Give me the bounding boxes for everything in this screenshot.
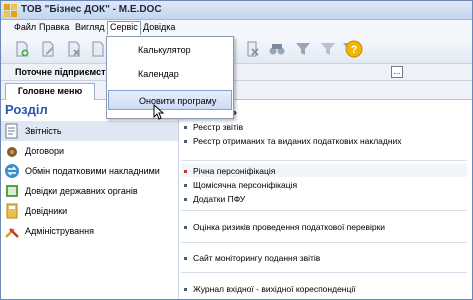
- separator: [181, 242, 467, 243]
- bullet-icon: [184, 257, 187, 260]
- menu-help[interactable]: Довідка: [143, 22, 175, 32]
- sidebar-item-label: Звітність: [25, 126, 62, 136]
- tab-bar: Головне меню: [1, 81, 472, 100]
- bullet-icon: [184, 184, 187, 187]
- menu-item-label: Калькулятор: [138, 45, 191, 55]
- menu-file[interactable]: Файл: [14, 22, 36, 32]
- reports-icon: [5, 123, 18, 139]
- bullet-icon: [184, 140, 187, 143]
- help-icon[interactable]: ?: [345, 40, 363, 58]
- exchange-icon: [5, 164, 19, 178]
- sidebar-item-admin[interactable]: Адміністрування: [1, 221, 178, 241]
- link-pfu-appendices[interactable]: Додатки ПФУ: [193, 194, 245, 204]
- link-correspondence-journal[interactable]: Журнал вхідної - вихідної кореспонденції: [193, 284, 356, 294]
- bullet-icon: [184, 170, 187, 173]
- sidebar-item-label: Довідники: [25, 206, 68, 216]
- bullet-icon: [184, 288, 187, 291]
- separator: [181, 210, 467, 211]
- edit-document-icon[interactable]: [39, 40, 57, 58]
- binoculars-icon[interactable]: [268, 40, 286, 58]
- svg-text:?: ?: [351, 44, 358, 56]
- copy-document-icon[interactable]: [89, 40, 107, 58]
- link-tax-invoices-register[interactable]: Реєстр отриманих та виданих податкових н…: [193, 136, 402, 146]
- sidebar-header: Розділ: [5, 102, 48, 117]
- admin-tools-icon: [5, 228, 19, 238]
- sidebar-item-directories[interactable]: Довідники: [1, 201, 178, 221]
- title-bar: ТОВ "Бізнес ДОК" - M.E.DOC: [1, 1, 472, 20]
- sidebar-item-label: Довідки державних органів: [25, 186, 138, 196]
- separator: [181, 272, 467, 273]
- bullet-icon: [184, 226, 187, 229]
- sidebar-item-label: Адміністрування: [25, 226, 94, 236]
- enterprise-label: Поточне підприємств: [15, 67, 112, 77]
- service-menu-dropdown: Калькулятор Календар Оновити програму: [106, 36, 234, 119]
- enterprise-row: Поточне підприємств ...: [1, 64, 472, 81]
- main-panel: ь Реєстр звітів Реєстр отриманих та вида…: [179, 100, 472, 299]
- sidebar-item-label: Договори: [25, 146, 65, 156]
- bullet-icon: [184, 198, 187, 201]
- gov-certificates-icon: [6, 185, 18, 197]
- separator: [181, 160, 467, 161]
- link-risk-assessment[interactable]: Оцінка ризиків проведення податкової пер…: [193, 222, 385, 232]
- link-reports-register[interactable]: Реєстр звітів: [193, 122, 243, 132]
- menu-service[interactable]: Сервіс: [107, 21, 141, 36]
- menu-item-calendar[interactable]: Календар: [108, 64, 232, 84]
- sidebar: Розділ Звітність Договори Обмін податков…: [1, 100, 179, 299]
- delete-document-icon[interactable]: [65, 40, 83, 58]
- menu-bar: Файл Правка Вигляд Сервіс Довідка: [1, 20, 472, 36]
- contracts-icon: [7, 147, 17, 157]
- sidebar-item-gov-certificates[interactable]: Довідки державних органів: [1, 181, 178, 201]
- filter-clear-icon[interactable]: [319, 40, 337, 58]
- sidebar-item-exchange[interactable]: Обмін податковими накладними: [1, 161, 178, 181]
- menu-item-label: Календар: [138, 69, 179, 79]
- sidebar-item-contracts[interactable]: Договори: [1, 141, 178, 161]
- link-monitoring-site[interactable]: Сайт моніторингу подання звітів: [193, 253, 320, 263]
- menu-item-update-program[interactable]: Оновити програму: [108, 90, 232, 110]
- window-title: ТОВ "Бізнес ДОК" - M.E.DOC: [21, 4, 162, 15]
- app-window: ТОВ "Бізнес ДОК" - M.E.DOC Файл Правка В…: [0, 0, 473, 300]
- mouse-cursor-icon: [153, 104, 165, 120]
- app-logo-icon: [4, 4, 17, 17]
- directories-icon: [6, 203, 18, 219]
- menu-view[interactable]: Вигляд: [75, 22, 105, 32]
- toolbar: ?: [1, 35, 472, 64]
- tab-main-menu[interactable]: Головне меню: [5, 83, 95, 100]
- sidebar-item-reports[interactable]: Звітність: [1, 121, 178, 141]
- bullet-icon: [184, 126, 187, 129]
- enterprise-browse-button[interactable]: ...: [391, 66, 403, 78]
- sidebar-item-label: Обмін податковими накладними: [25, 166, 160, 176]
- link-annual-personification[interactable]: Річна персоніфікація: [193, 166, 275, 176]
- menu-edit[interactable]: Правка: [39, 22, 69, 32]
- cancel-icon[interactable]: [244, 40, 262, 58]
- filter-icon[interactable]: [294, 40, 312, 58]
- menu-item-calculator[interactable]: Калькулятор: [108, 40, 232, 60]
- link-monthly-personification[interactable]: Щомісячна персоніфікація: [193, 180, 297, 190]
- new-document-icon[interactable]: [13, 40, 31, 58]
- menu-item-label: Оновити програму: [139, 96, 217, 106]
